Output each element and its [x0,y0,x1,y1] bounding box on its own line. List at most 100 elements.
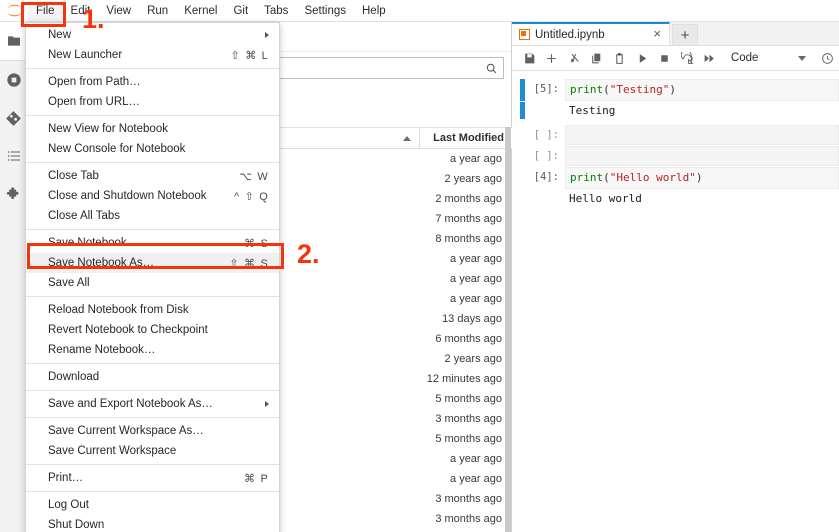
sidebar-item-file-browser[interactable] [0,22,27,61]
notebook-cell[interactable]: [ ]: [512,146,839,166]
file-row-last-modified: 6 months ago [435,333,502,345]
interrupt-kernel-button[interactable] [653,47,676,69]
file-row-last-modified: a year ago [450,273,502,285]
menu-separator [26,417,279,418]
notebook-cell[interactable]: [4]: print("Hello world") Hello world [512,167,839,207]
menu-item-open-from-url[interactable]: Open from URL… [26,92,279,112]
file-browser-scrollbar[interactable] [505,127,511,532]
menu-item-save-current-workspace[interactable]: Save Current Workspace [26,441,279,461]
menu-item-new-view-for-notebook[interactable]: New View for Notebook [26,119,279,139]
restart-run-all-button[interactable] [698,47,721,69]
menu-item-label: Close All Tabs [48,210,121,222]
file-row-last-modified: a year ago [450,453,502,465]
menu-item-save-all[interactable]: Save All [26,273,279,293]
file-row-last-modified: 5 months ago [435,393,502,405]
sidebar-item-git-panel[interactable] [0,99,27,137]
menu-item-print[interactable]: Print… ⌘ P [26,468,279,488]
file-row-last-modified: a year ago [450,473,502,485]
menu-item-shortcut: ⇧ ⌘ L [230,49,269,62]
menu-item-revert-notebook-to-checkpoint[interactable]: Revert Notebook to Checkpoint [26,320,279,340]
cell-input-editor[interactable]: print("Testing") [565,79,839,101]
copy-cells-button[interactable] [586,47,609,69]
notebook-cell[interactable]: [5]: print("Testing") Testing [512,79,839,119]
restart-kernel-button[interactable] [676,47,699,69]
code-token: ) [695,171,703,184]
menu-item-download[interactable]: Download [26,367,279,387]
menu-item-save-notebook-as[interactable]: Save Notebook As… ⇧ ⌘ S [26,253,279,273]
kernel-history-button[interactable] [816,47,839,69]
puzzle-icon [6,187,18,199]
paste-cells-button[interactable] [608,47,631,69]
menu-item-close-all-tabs[interactable]: Close All Tabs [26,206,279,226]
cell-prompt: [ ]: [533,150,559,162]
menu-item-new-console-for-notebook[interactable]: New Console for Notebook [26,139,279,159]
cell-type-select[interactable]: Code [731,52,807,64]
menu-item-shortcut: ⌥ W [239,170,269,183]
menu-separator [26,491,279,492]
save-button[interactable] [518,47,541,69]
menu-item-close-and-shutdown-notebook[interactable]: Close and Shutdown Notebook ^ ⇧ Q [26,186,279,206]
menu-item-log-out[interactable]: Log Out [26,495,279,515]
menu-item-reload-notebook-from-disk[interactable]: Reload Notebook from Disk [26,300,279,320]
menubar-item-edit[interactable]: Edit [63,1,99,21]
menubar-item-run[interactable]: Run [139,1,176,21]
menubar-item-file[interactable]: File [28,0,63,21]
sort-ascending-icon [403,135,411,141]
menu-item-save-notebook[interactable]: Save Notebook ⌘ S [26,233,279,253]
insert-cell-button[interactable] [541,47,564,69]
menu-item-new[interactable]: New [26,25,279,45]
file-row-last-modified: 8 months ago [435,233,502,245]
menu-item-close-tab[interactable]: Close Tab ⌥ W [26,166,279,186]
sidebar-item-extension-manager[interactable] [0,175,27,213]
menu-separator [26,229,279,230]
notebook-cell[interactable]: [ ]: [512,125,839,145]
notebook-cell-list: [5]: print("Testing") Testing[ ]:[ ]: [4]: p… [512,71,839,207]
column-header-last-modified[interactable]: Last Modified [420,132,512,144]
code-token: print [570,83,604,96]
code-token: print [570,171,604,184]
menu-item-save-current-workspace-as[interactable]: Save Current Workspace As… [26,421,279,441]
menubar-item-kernel[interactable]: Kernel [176,1,225,21]
list-icon [7,151,20,161]
code-token: "Hello world" [609,171,696,184]
cell-input-editor[interactable] [565,146,839,166]
file-menu-dropdown[interactable]: New New Launcher ⇧ ⌘ L Open from Path… Open … [25,22,280,532]
menu-item-rename-notebook[interactable]: Rename Notebook… [26,340,279,360]
menu-item-label: Log Out [48,499,89,511]
cell-input-editor[interactable]: print("Hello world") [565,167,839,189]
sidebar-item-table-of-contents[interactable] [0,137,27,175]
tab-untitled-ipynb[interactable]: Untitled.ipynb × [512,22,670,45]
menu-item-label: Download [48,371,100,383]
sidebar-item-running-terminals[interactable] [0,61,27,99]
close-icon[interactable]: × [643,27,663,42]
copy-icon [592,53,601,63]
menu-item-shortcut: ⌘ S [244,237,269,250]
menubar-item-view[interactable]: View [98,1,139,21]
menu-item-label: Save Current Workspace As… [48,425,204,437]
run-cell-button[interactable] [631,47,654,69]
menubar-item-git[interactable]: Git [225,1,256,21]
menu-item-new-launcher[interactable]: New Launcher ⇧ ⌘ L [26,45,279,65]
file-row-last-modified: 7 months ago [435,213,502,225]
menubar-item-settings[interactable]: Settings [296,1,354,21]
file-row-last-modified: a year ago [450,153,502,165]
cut-cells-button[interactable] [563,47,586,69]
menu-item-label: Close Tab [48,170,99,182]
menubar-item-help[interactable]: Help [354,1,394,21]
file-row-last-modified: 3 months ago [435,513,502,525]
cell-input-editor[interactable] [565,125,839,145]
cell-output-text: Testing [569,104,616,117]
cell-type-value: Code [730,52,759,64]
menubar-item-tabs[interactable]: Tabs [256,1,296,21]
menu-item-shut-down[interactable]: Shut Down [26,515,279,532]
new-tab-button[interactable]: + [672,24,698,45]
menu-item-open-from-path[interactable]: Open from Path… [26,72,279,92]
plus-icon [547,53,557,63]
menu-separator [26,162,279,163]
notebook-file-icon [519,29,530,40]
search-icon [486,63,497,73]
cell-output-indicator [520,190,525,207]
menu-item-save-and-export-notebook-as[interactable]: Save and Export Notebook As… [26,394,279,414]
menu-separator [26,363,279,364]
folder-icon [7,36,20,46]
